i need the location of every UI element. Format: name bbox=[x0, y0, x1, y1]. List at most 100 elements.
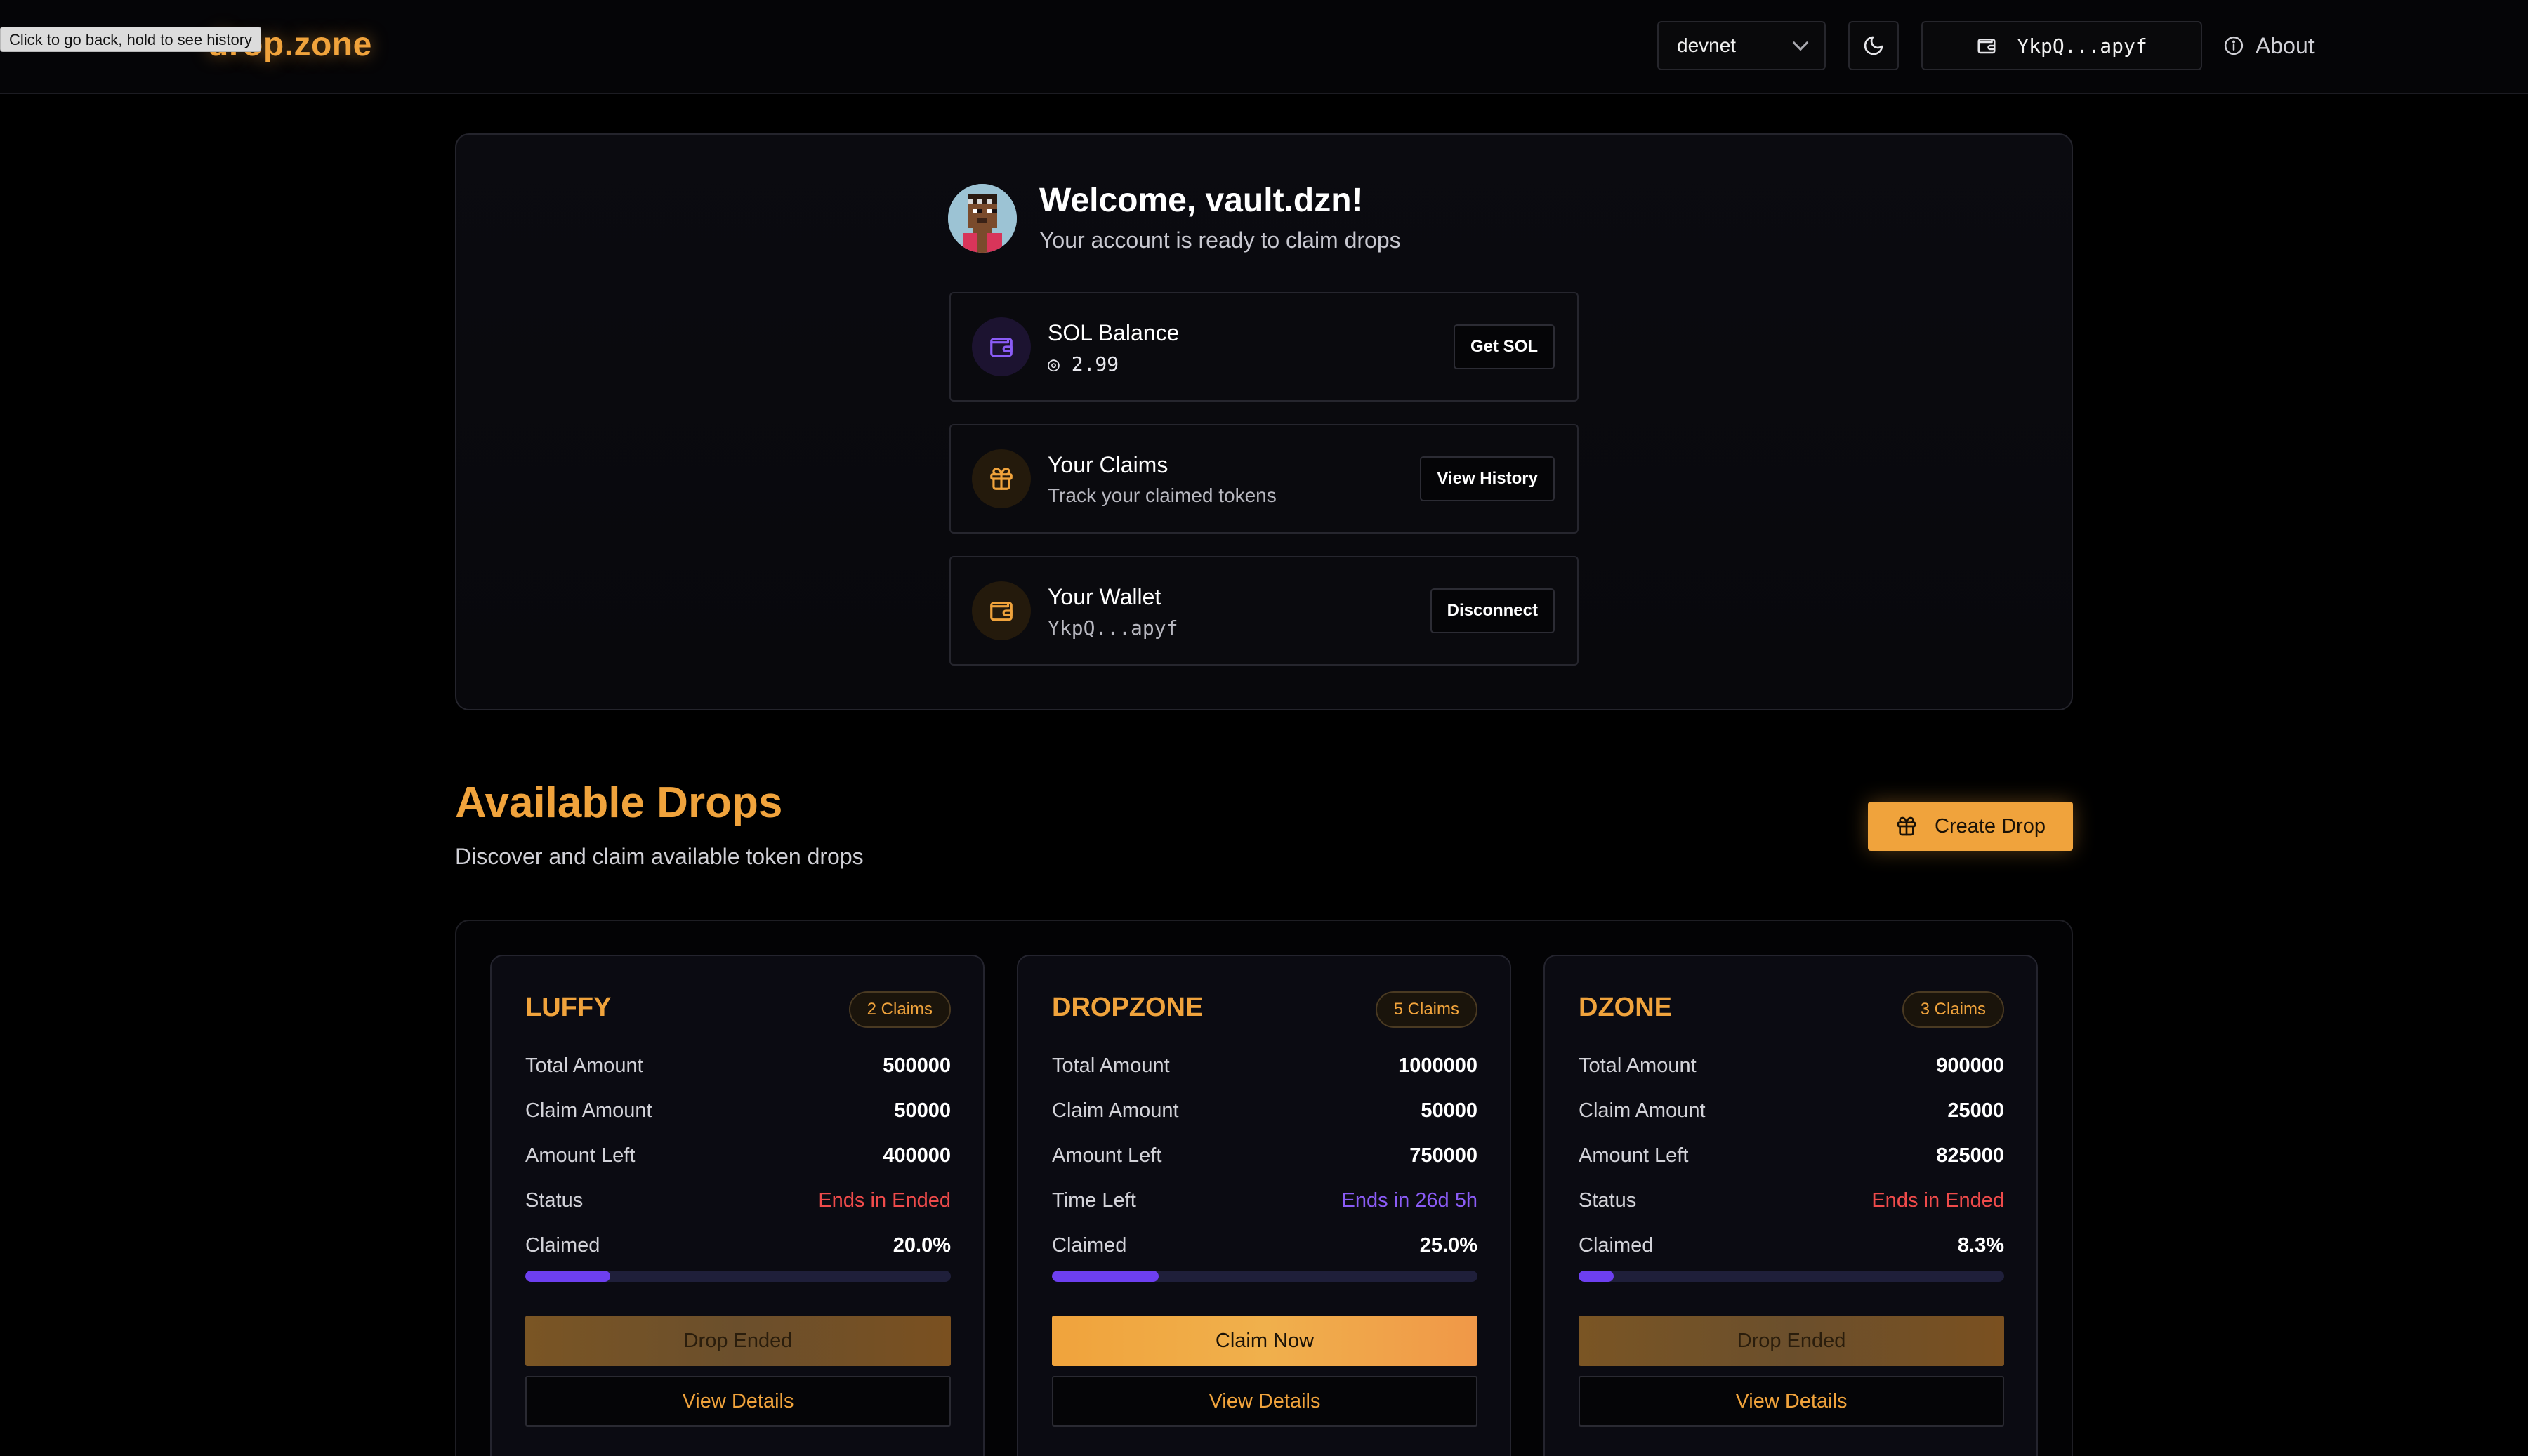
drop-name: DZONE bbox=[1579, 993, 1672, 1022]
claims-badge: 5 Claims bbox=[1375, 991, 1477, 1028]
claims-subtitle: Track your claimed tokens bbox=[1048, 484, 1277, 506]
create-drop-label: Create Drop bbox=[1935, 814, 2046, 838]
wallet-icon bbox=[1977, 39, 1996, 54]
row-value: 25.0% bbox=[1419, 1234, 1477, 1257]
wallet-title: Your Wallet bbox=[1048, 584, 1161, 609]
sol-balance-value: ◎ 2.99 bbox=[1048, 352, 1119, 376]
drop-card-luffy: LUFFY 2 Claims Total Amount 500000 Claim … bbox=[490, 955, 985, 1456]
view-details-button[interactable]: View Details bbox=[1579, 1376, 2004, 1427]
row-label: Claimed bbox=[1052, 1234, 1127, 1257]
drop-row-claimed: Claimed 25.0% bbox=[1052, 1234, 1477, 1257]
back-tooltip: Click to go back, hold to see history bbox=[0, 27, 262, 52]
claims-badge: 2 Claims bbox=[848, 991, 951, 1028]
row-label: Status bbox=[525, 1189, 584, 1212]
view-details-button[interactable]: View Details bbox=[1052, 1376, 1477, 1427]
row-label: Total Amount bbox=[525, 1054, 643, 1077]
row-label: Status bbox=[1579, 1189, 1637, 1212]
claimed-progress-bar bbox=[1579, 1271, 2004, 1282]
drop-row-time-left: Time Left Ends in 26d 5h bbox=[1052, 1189, 1477, 1212]
status-value: Ends in Ended bbox=[818, 1189, 951, 1212]
view-details-button[interactable]: View Details bbox=[525, 1376, 951, 1427]
drop-row-total: Total Amount 900000 bbox=[1579, 1054, 2004, 1078]
row-value: 50000 bbox=[894, 1099, 951, 1122]
drop-card-dropzone: DROPZONE 5 Claims Total Amount 1000000 Cl… bbox=[1017, 955, 1511, 1456]
drop-row-total: Total Amount 1000000 bbox=[1052, 1054, 1477, 1078]
row-value: 500000 bbox=[883, 1054, 951, 1077]
claimed-progress-fill bbox=[1052, 1271, 1159, 1282]
row-label: Total Amount bbox=[1052, 1054, 1170, 1077]
drop-row-total: Total Amount 500000 bbox=[525, 1054, 951, 1078]
drops-subtitle: Discover and claim available token drops bbox=[455, 844, 864, 869]
time-left-value: Ends in 26d 5h bbox=[1341, 1189, 1477, 1212]
row-label: Claimed bbox=[1579, 1234, 1654, 1257]
row-value: 20.0% bbox=[893, 1234, 951, 1257]
drop-ended-button[interactable]: Drop Ended bbox=[525, 1316, 951, 1366]
gift-icon bbox=[990, 468, 1013, 490]
drop-row-left: Amount Left 825000 bbox=[1579, 1144, 2004, 1167]
claim-now-button[interactable]: Claim Now bbox=[1052, 1316, 1477, 1366]
drop-row-claim: Claim Amount 50000 bbox=[525, 1099, 951, 1123]
network-select[interactable]: devnet bbox=[1657, 21, 1826, 70]
row-label: Amount Left bbox=[1579, 1144, 1689, 1167]
wallet-icon bbox=[990, 602, 1013, 621]
disconnect-button[interactable]: Disconnect bbox=[1430, 588, 1555, 633]
row-label: Amount Left bbox=[1052, 1144, 1162, 1167]
claimed-progress-fill bbox=[525, 1271, 611, 1282]
row-label: Claim Amount bbox=[1052, 1099, 1179, 1122]
drop-name: DROPZONE bbox=[1052, 993, 1204, 1022]
sol-balance-title: SOL Balance bbox=[1048, 320, 1180, 345]
avatar bbox=[948, 184, 1017, 253]
welcome-title: Welcome, vault.dzn! bbox=[1039, 182, 1363, 219]
info-icon bbox=[2224, 36, 2244, 55]
claimed-progress-bar bbox=[525, 1271, 951, 1282]
drops-title: Available Drops bbox=[455, 779, 783, 827]
claims-title: Your Claims bbox=[1048, 452, 1168, 477]
row-value: 825000 bbox=[1936, 1144, 2004, 1167]
top-bar: drop.zone Click to go back, hold to see … bbox=[0, 0, 2528, 94]
wallet-address: YkpQ...apyf bbox=[2017, 34, 2147, 58]
row-label: Claim Amount bbox=[525, 1099, 652, 1122]
drop-row-claimed: Claimed 8.3% bbox=[1579, 1234, 2004, 1257]
sol-balance-icon-circle bbox=[972, 317, 1031, 376]
claims-icon-circle bbox=[972, 449, 1031, 508]
row-value: 400000 bbox=[883, 1144, 951, 1167]
claimed-progress-bar bbox=[1052, 1271, 1477, 1282]
row-value: 900000 bbox=[1936, 1054, 2004, 1077]
row-value: 50000 bbox=[1421, 1099, 1477, 1122]
about-link[interactable]: About bbox=[2223, 21, 2315, 70]
drop-row-status: Status Ends in Ended bbox=[525, 1189, 951, 1212]
row-label: Claimed bbox=[525, 1234, 600, 1257]
claims-card: Your Claims Track your claimed tokens Vi… bbox=[949, 424, 1579, 534]
drop-name: LUFFY bbox=[525, 993, 612, 1022]
drop-row-claim: Claim Amount 25000 bbox=[1579, 1099, 2004, 1123]
view-history-button[interactable]: View History bbox=[1420, 456, 1555, 501]
row-value: 8.3% bbox=[1957, 1234, 2004, 1257]
wallet-button[interactable]: YkpQ...apyf bbox=[1921, 21, 2202, 70]
wallet-card-address: YkpQ...apyf bbox=[1048, 616, 1178, 640]
create-drop-button[interactable]: Create Drop bbox=[1868, 802, 2073, 851]
claimed-progress-fill bbox=[1579, 1271, 1614, 1282]
moon-icon bbox=[1864, 36, 1883, 55]
wallet-icon-circle bbox=[972, 581, 1031, 640]
about-label: About bbox=[2256, 32, 2315, 58]
row-value: 750000 bbox=[1409, 1144, 1477, 1167]
row-label: Total Amount bbox=[1579, 1054, 1697, 1077]
chevron-down-icon bbox=[1792, 34, 1809, 51]
row-label: Claim Amount bbox=[1579, 1099, 1706, 1122]
wallet-icon bbox=[990, 338, 1013, 357]
status-value: Ends in Ended bbox=[1871, 1189, 2004, 1212]
get-sol-button[interactable]: Get SOL bbox=[1453, 324, 1555, 369]
drop-row-claimed: Claimed 20.0% bbox=[525, 1234, 951, 1257]
row-value: 1000000 bbox=[1398, 1054, 1477, 1077]
theme-toggle-button[interactable] bbox=[1848, 21, 1899, 70]
drop-row-claim: Claim Amount 50000 bbox=[1052, 1099, 1477, 1123]
wallet-card: Your Wallet YkpQ...apyf Disconnect bbox=[949, 556, 1579, 666]
welcome-subtitle: Your account is ready to claim drops bbox=[1039, 227, 1401, 253]
row-label: Amount Left bbox=[525, 1144, 636, 1167]
drop-card-dzone: DZONE 3 Claims Total Amount 900000 Claim … bbox=[1543, 955, 2038, 1456]
row-label: Time Left bbox=[1052, 1189, 1136, 1212]
gift-icon bbox=[1897, 816, 1916, 836]
drop-row-left: Amount Left 750000 bbox=[1052, 1144, 1477, 1167]
sol-balance-card: SOL Balance ◎ 2.99 Get SOL bbox=[949, 292, 1579, 402]
drop-ended-button[interactable]: Drop Ended bbox=[1579, 1316, 2004, 1366]
